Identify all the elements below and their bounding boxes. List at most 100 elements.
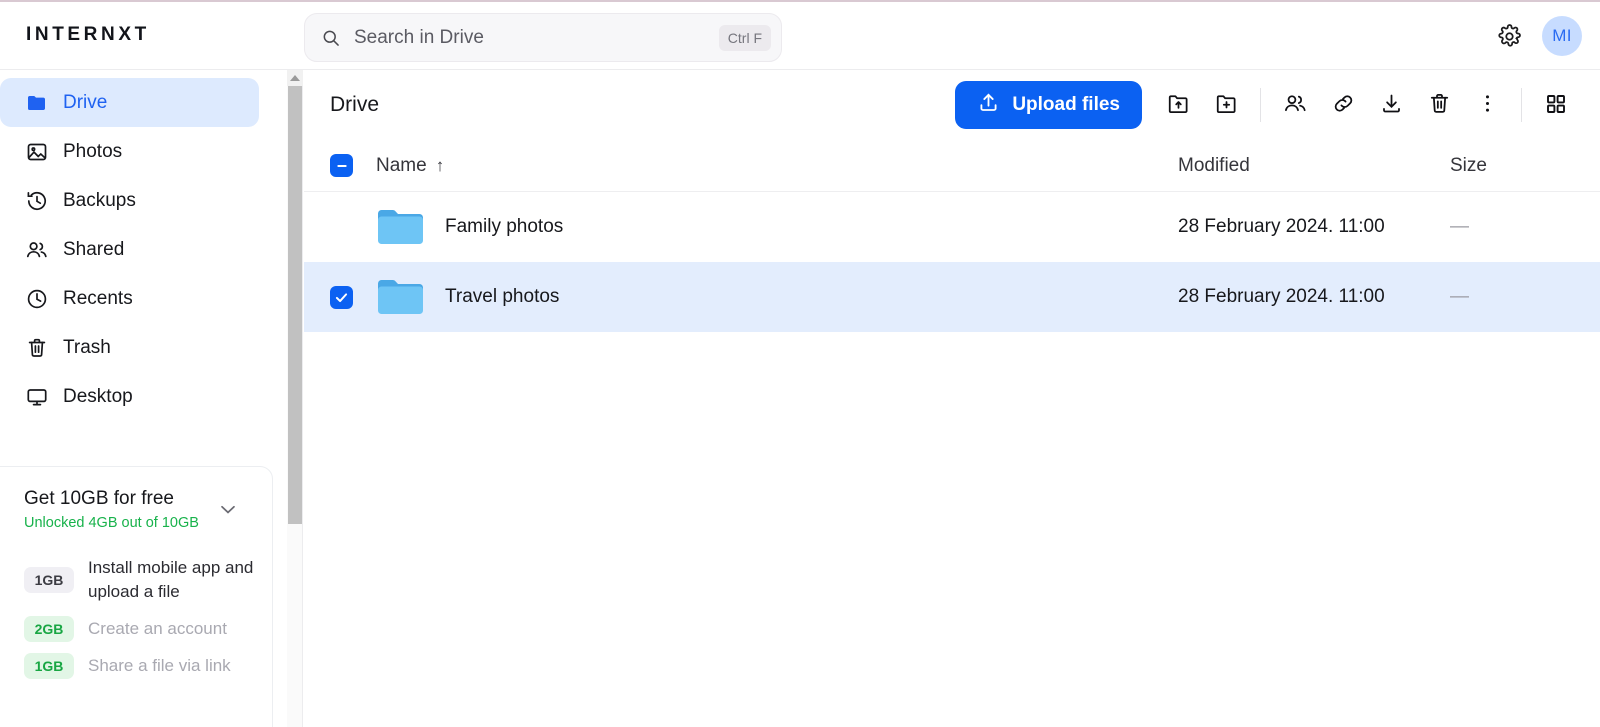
sidebar: Drive Photos Backups Shared Recents Tras… xyxy=(0,70,287,727)
promo-task-badge: 2GB xyxy=(24,615,74,642)
toolbar-divider xyxy=(1521,88,1522,122)
checkbox-checked-icon xyxy=(330,285,353,309)
sidebar-nav: Drive Photos Backups Shared Recents Tras… xyxy=(0,70,287,421)
row-name-label: Travel photos xyxy=(445,286,560,307)
upload-folder-icon xyxy=(1166,91,1191,119)
promo-title: Get 10GB for free xyxy=(24,488,174,509)
table-header-row: Name ↑ Modified Size xyxy=(304,140,1600,192)
checkbox-unchecked-icon xyxy=(330,216,353,239)
promo-task-label: Create an account xyxy=(88,618,227,638)
select-all-checkbox[interactable] xyxy=(330,154,376,177)
sidebar-item-shared[interactable]: Shared xyxy=(0,225,259,274)
sidebar-item-photos[interactable]: Photos xyxy=(0,127,259,176)
promo-task-list: 1GB Install mobile app and upload a file… xyxy=(24,556,254,679)
row-size: — xyxy=(1450,216,1469,237)
toolbar-divider xyxy=(1260,88,1261,122)
more-vertical-icon xyxy=(1475,91,1500,119)
search-input[interactable]: Search in Drive Ctrl F xyxy=(304,13,782,62)
folder-icon xyxy=(376,277,425,317)
clock-icon xyxy=(24,286,49,311)
row-size: — xyxy=(1450,286,1469,307)
new-folder-icon xyxy=(1214,91,1239,119)
promo-header[interactable]: Get 10GB for free Unlocked 4GB out of 10… xyxy=(24,487,254,531)
sort-ascending-icon: ↑ xyxy=(435,155,445,175)
sidebar-item-label: Photos xyxy=(63,140,123,162)
table-row[interactable]: Travel photos 28 February 2024. 11:00 — xyxy=(304,262,1600,332)
row-modified: 28 February 2024. 11:00 xyxy=(1178,216,1385,237)
row-name-cell: Family photos xyxy=(376,207,1178,247)
app-window: INTERNXT Search in Drive Ctrl F MI Drive… xyxy=(0,0,1600,727)
upload-files-button[interactable]: Upload files xyxy=(955,81,1142,129)
gear-icon[interactable] xyxy=(1494,21,1524,51)
app-header: INTERNXT Search in Drive Ctrl F MI xyxy=(0,2,1600,70)
app-logo: INTERNXT xyxy=(26,24,150,45)
folder-icon xyxy=(24,90,49,115)
column-header-name[interactable]: Name ↑ xyxy=(376,155,1178,177)
scrollbar-up-button[interactable] xyxy=(287,70,303,86)
sidebar-item-label: Shared xyxy=(63,238,125,260)
share-button[interactable] xyxy=(1271,81,1319,129)
promo-task[interactable]: 2GB Create an account xyxy=(24,615,254,642)
more-options-button[interactable] xyxy=(1463,81,1511,129)
search-shortcut-badge: Ctrl F xyxy=(718,24,771,51)
sidebar-scrollbar[interactable] xyxy=(287,70,303,727)
trash-icon xyxy=(1427,91,1452,119)
upload-icon xyxy=(977,91,1000,120)
promo-task-label: Install mobile app and upload a file xyxy=(88,557,254,602)
promo-task-label: Share a file via link xyxy=(88,655,231,675)
download-icon xyxy=(1379,91,1404,119)
chevron-down-icon[interactable] xyxy=(216,497,240,521)
sidebar-item-label: Trash xyxy=(63,336,111,358)
breadcrumb[interactable]: Drive xyxy=(330,93,379,117)
copy-link-button[interactable] xyxy=(1319,81,1367,129)
delete-button[interactable] xyxy=(1415,81,1463,129)
row-name-cell: Travel photos xyxy=(376,277,1178,317)
column-header-size[interactable]: Size xyxy=(1450,155,1600,177)
search-icon xyxy=(321,28,341,48)
promo-task-badge: 1GB xyxy=(24,652,74,679)
link-icon xyxy=(1331,91,1356,119)
trash-icon xyxy=(24,335,49,360)
upload-folder-button[interactable] xyxy=(1154,81,1202,129)
row-checkbox[interactable] xyxy=(330,216,376,239)
sidebar-item-label: Desktop xyxy=(63,385,133,407)
row-checkbox[interactable] xyxy=(330,285,376,309)
sidebar-item-label: Drive xyxy=(63,91,108,113)
download-button[interactable] xyxy=(1367,81,1415,129)
header-actions: MI xyxy=(1494,2,1582,70)
upload-files-label: Upload files xyxy=(1012,94,1120,115)
image-icon xyxy=(24,139,49,164)
grid-view-icon xyxy=(1544,92,1568,119)
search-placeholder: Search in Drive xyxy=(354,26,484,48)
folder-icon xyxy=(376,207,425,247)
promo-task[interactable]: 1GB Share a file via link xyxy=(24,652,254,679)
new-folder-button[interactable] xyxy=(1202,81,1250,129)
column-header-name-label: Name xyxy=(376,154,427,176)
row-name-label: Family photos xyxy=(445,216,564,237)
checkbox-indeterminate-icon xyxy=(330,154,353,177)
chevron-up-icon xyxy=(290,75,300,81)
file-table: Name ↑ Modified Size Family photos 28 Fe… xyxy=(304,140,1600,332)
promo-task[interactable]: 1GB Install mobile app and upload a file xyxy=(24,556,254,605)
avatar[interactable]: MI xyxy=(1542,16,1582,56)
monitor-icon xyxy=(24,384,49,409)
storage-promo-card: Get 10GB for free Unlocked 4GB out of 10… xyxy=(0,466,273,727)
sidebar-item-desktop[interactable]: Desktop xyxy=(0,372,259,421)
column-header-modified[interactable]: Modified xyxy=(1178,155,1450,177)
history-icon xyxy=(24,188,49,213)
sidebar-item-label: Backups xyxy=(63,189,136,211)
people-icon xyxy=(24,237,49,262)
sidebar-item-trash[interactable]: Trash xyxy=(0,323,259,372)
drive-toolbar: Drive Upload files xyxy=(304,70,1600,140)
sidebar-item-label: Recents xyxy=(63,287,133,309)
toolbar-actions: Upload files xyxy=(955,81,1580,129)
sidebar-item-backups[interactable]: Backups xyxy=(0,176,259,225)
share-people-icon xyxy=(1283,91,1308,119)
row-modified: 28 February 2024. 11:00 xyxy=(1178,286,1385,307)
grid-view-button[interactable] xyxy=(1532,81,1580,129)
scrollbar-thumb[interactable] xyxy=(288,86,302,524)
table-row[interactable]: Family photos 28 February 2024. 11:00 — xyxy=(304,192,1600,262)
promo-task-badge: 1GB xyxy=(24,567,74,594)
sidebar-item-drive[interactable]: Drive xyxy=(0,78,259,127)
sidebar-item-recents[interactable]: Recents xyxy=(0,274,259,323)
